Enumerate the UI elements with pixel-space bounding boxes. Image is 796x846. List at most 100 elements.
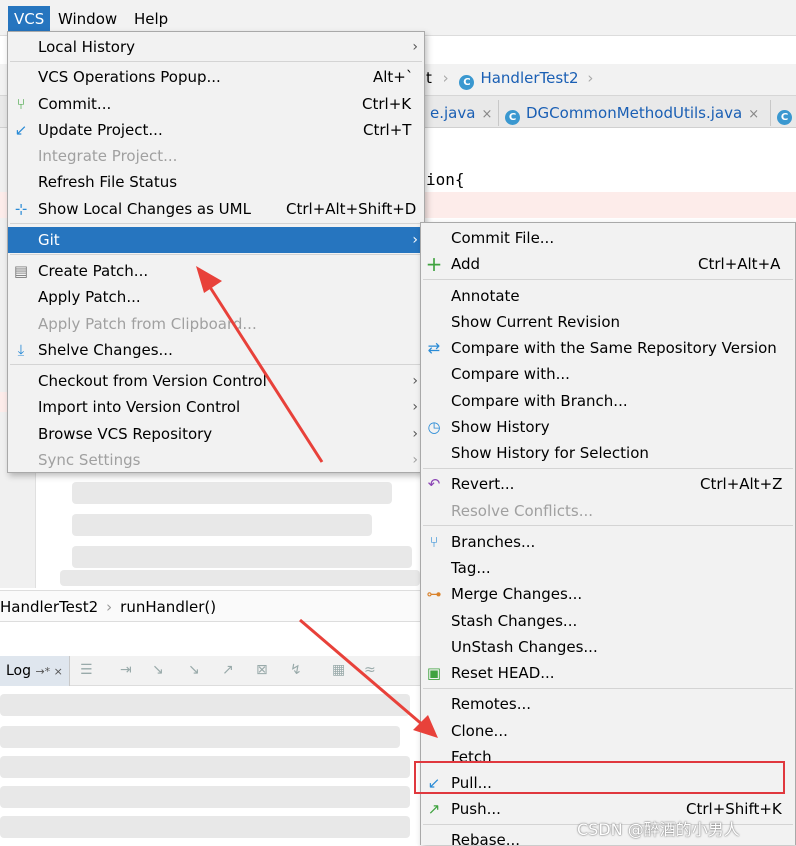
tab-partial[interactable]: e.java × bbox=[424, 100, 498, 126]
pull-highlight-box bbox=[414, 761, 785, 794]
git-compare-with[interactable]: Compare with... bbox=[421, 361, 795, 387]
watermark: CSDN @醉酒的小男人 bbox=[577, 820, 740, 839]
chevron-right-icon: › bbox=[412, 39, 418, 55]
blurred-code bbox=[72, 546, 412, 568]
menu-item-apply-patch-clipboard: Apply Patch from Clipboard... bbox=[38, 315, 257, 333]
separator bbox=[10, 254, 422, 255]
menu-item-shelve-changes[interactable]: ⤓ Shelve Changes... bbox=[8, 337, 424, 363]
close-icon[interactable]: × bbox=[481, 107, 492, 122]
separator bbox=[423, 279, 793, 280]
toolbar-icon[interactable]: ▦ bbox=[332, 662, 352, 680]
reset-head-icon: ▣ bbox=[426, 664, 442, 682]
git-stash-changes[interactable]: Stash Changes... bbox=[421, 608, 795, 634]
plus-icon: + bbox=[425, 252, 443, 276]
blurred-log bbox=[0, 694, 410, 716]
git-submenu: Commit File... + Add Ctrl+Alt+A Annotate … bbox=[420, 222, 796, 846]
toolbar-icon[interactable]: ☰ bbox=[80, 662, 100, 680]
menu-item-checkout-vc[interactable]: Checkout from Version Control › bbox=[8, 368, 424, 394]
menu-item-apply-patch[interactable]: Apply Patch... bbox=[8, 284, 424, 310]
class-icon: C bbox=[777, 110, 792, 125]
close-icon[interactable]: × bbox=[748, 107, 759, 122]
branches-icon: ⑂ bbox=[429, 533, 439, 551]
class-icon: C bbox=[459, 75, 475, 90]
blurred-code bbox=[60, 570, 420, 586]
class-icon: C bbox=[505, 110, 520, 125]
tab-dgcommonmethodutils[interactable]: C DGCommonMethodUtils.java × bbox=[498, 100, 765, 126]
git-show-history[interactable]: ◷ Show History bbox=[421, 414, 795, 440]
blurred-code bbox=[72, 514, 372, 536]
revert-icon: ↶ bbox=[427, 475, 441, 493]
blurred-log bbox=[0, 726, 400, 748]
git-show-history-selection[interactable]: Show History for Selection bbox=[421, 440, 795, 466]
toolbar-icon[interactable]: ⊠ bbox=[256, 662, 276, 680]
toolbar-icon[interactable]: ≈ bbox=[364, 662, 384, 680]
menu-item-vcs-operations-popup[interactable]: VCS Operations Popup... Alt+` bbox=[8, 64, 424, 90]
history-icon: ◷ bbox=[427, 418, 441, 436]
separator bbox=[10, 61, 422, 62]
git-compare-with-branch[interactable]: Compare with Branch... bbox=[421, 388, 795, 414]
pin-close-icon[interactable]: →* × bbox=[35, 665, 62, 678]
git-unstash-changes[interactable]: UnStash Changes... bbox=[421, 634, 795, 660]
toolbar-icon[interactable]: ↘ bbox=[188, 662, 208, 680]
git-annotate[interactable]: Annotate bbox=[421, 283, 795, 309]
branch-icon: ⑂ bbox=[16, 95, 26, 113]
log-tab[interactable]: Log →* × bbox=[0, 656, 70, 686]
vcs-menu: Local History › VCS Operations Popup... Al… bbox=[7, 31, 425, 473]
git-add[interactable]: + Add Ctrl+Alt+A bbox=[421, 251, 795, 277]
nav-crumb-prefix: t bbox=[426, 69, 432, 87]
menu-item-git[interactable]: Git › bbox=[8, 227, 424, 253]
breadcrumb-method[interactable]: runHandler() bbox=[120, 598, 216, 616]
nav-crumb[interactable]: t › C HandlerTest2 › bbox=[426, 69, 593, 90]
merge-icon: ⊶ bbox=[426, 585, 442, 603]
menu-item-refresh-file-status[interactable]: Refresh File Status bbox=[8, 169, 424, 195]
menu-item-local-history[interactable]: Local History › bbox=[8, 34, 424, 60]
separator bbox=[423, 525, 793, 526]
menu-item-update-project[interactable]: ↙ Update Project... Ctrl+T bbox=[8, 117, 424, 143]
menu-vcs[interactable]: VCS bbox=[8, 6, 51, 32]
git-commit-file[interactable]: Commit File... bbox=[421, 225, 795, 251]
update-arrow-icon: ↙ bbox=[14, 121, 28, 139]
separator bbox=[10, 364, 422, 365]
toolbar-icon[interactable]: ↘ bbox=[152, 662, 172, 680]
chevron-right-icon: › bbox=[412, 399, 418, 415]
menu-item-show-local-changes-uml[interactable]: ⊹ Show Local Changes as UML Ctrl+Alt+Shif… bbox=[8, 196, 424, 222]
patch-file-icon: ▤ bbox=[13, 262, 29, 280]
shelve-icon: ⤓ bbox=[17, 341, 25, 359]
chevron-right-icon: › bbox=[412, 452, 418, 468]
menu-help[interactable]: Help bbox=[128, 6, 174, 32]
menu-item-browse-vcs-repo[interactable]: Browse VCS Repository › bbox=[8, 421, 424, 447]
code-fragment: ion{ bbox=[426, 170, 465, 189]
menu-item-create-patch[interactable]: ▤ Create Patch... bbox=[8, 258, 424, 284]
toolbar-icon[interactable]: ↗ bbox=[222, 662, 242, 680]
menu-item-commit[interactable]: ⑂ Commit... Ctrl+K bbox=[8, 91, 424, 117]
breadcrumb-class[interactable]: HandlerTest2 bbox=[0, 598, 98, 616]
menu-item-sync-settings: Sync Settings › bbox=[8, 447, 424, 473]
blurred-log bbox=[0, 786, 410, 808]
toolbar-icon[interactable]: ⇥ bbox=[120, 662, 140, 680]
blurred-code bbox=[72, 482, 392, 504]
git-compare-same-repo-version[interactable]: ⇄ Compare with the Same Repository Versi… bbox=[421, 335, 795, 361]
separator bbox=[10, 223, 422, 224]
toolbar-icon[interactable]: ↯ bbox=[290, 662, 310, 680]
git-reset-head[interactable]: ▣ Reset HEAD... bbox=[421, 660, 795, 686]
chevron-right-icon: › bbox=[412, 426, 418, 442]
git-remotes[interactable]: Remotes... bbox=[421, 691, 795, 717]
push-arrow-icon: ↗ bbox=[427, 800, 441, 818]
separator bbox=[423, 688, 793, 689]
git-clone[interactable]: Clone... bbox=[421, 718, 795, 744]
git-resolve-conflicts: Resolve Conflicts... bbox=[451, 502, 594, 520]
tab-more[interactable]: C bbox=[770, 100, 796, 126]
menu-window[interactable]: Window bbox=[52, 6, 123, 32]
menu-item-integrate-project: Integrate Project... bbox=[38, 147, 178, 165]
nav-crumb-class: HandlerTest2 bbox=[480, 69, 579, 87]
git-revert[interactable]: ↶ Revert... Ctrl+Alt+Z bbox=[421, 471, 795, 497]
chevron-right-icon: › bbox=[412, 232, 418, 248]
git-merge-changes[interactable]: ⊶ Merge Changes... bbox=[421, 581, 795, 607]
uml-diagram-icon: ⊹ bbox=[14, 200, 28, 218]
git-show-current-revision[interactable]: Show Current Revision bbox=[421, 309, 795, 335]
menu-item-import-vc[interactable]: Import into Version Control › bbox=[8, 394, 424, 420]
blurred-log bbox=[0, 816, 410, 838]
git-tag[interactable]: Tag... bbox=[421, 555, 795, 581]
chevron-right-icon: › bbox=[412, 373, 418, 389]
git-branches[interactable]: ⑂ Branches... bbox=[421, 529, 795, 555]
